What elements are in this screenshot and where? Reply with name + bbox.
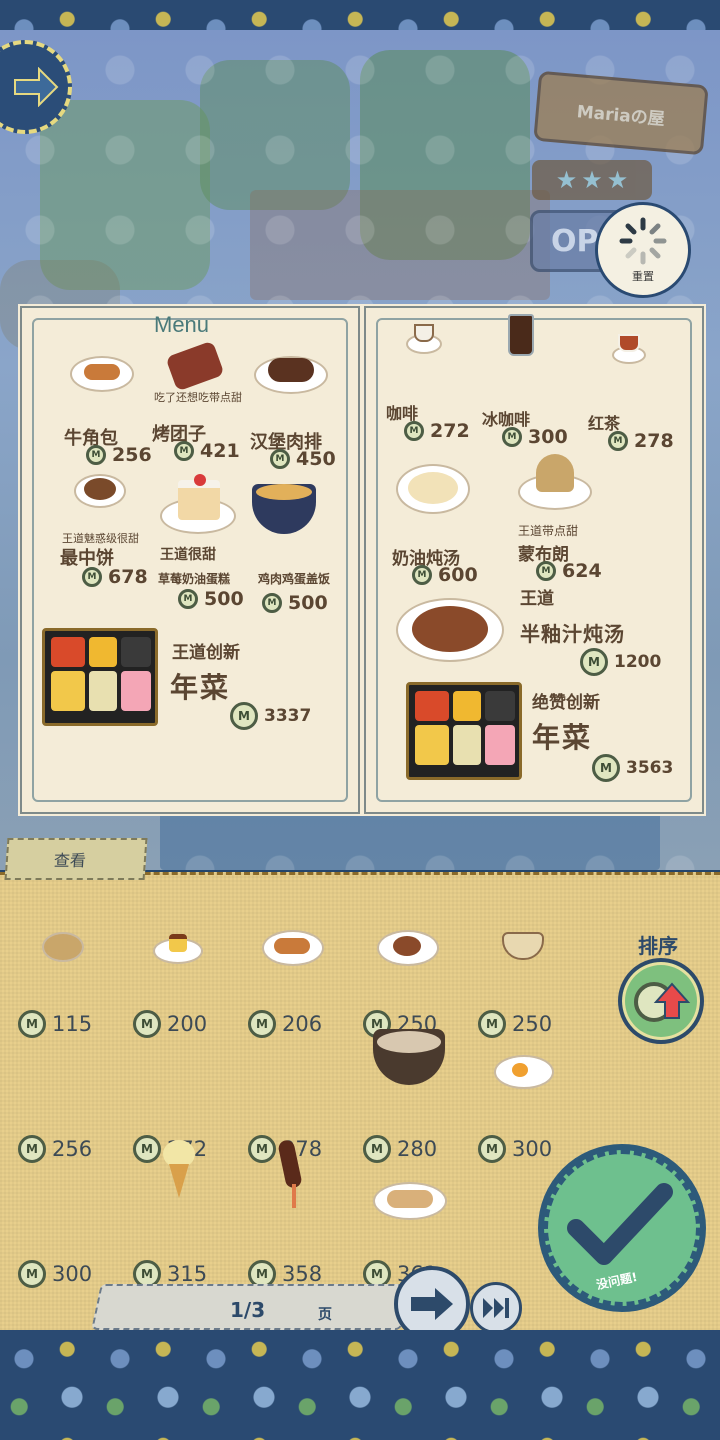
star-icon: ★ — [581, 166, 603, 194]
chocolate-banana-icon — [230, 1138, 345, 1208]
dish-slot[interactable]: M 315 — [115, 1140, 230, 1288]
dish-slot[interactable]: M 206 — [230, 920, 345, 1038]
noodle-bowl-icon — [345, 1025, 460, 1085]
cake-note: 王道很甜 — [160, 547, 216, 563]
oyakodon-name: 鸡肉鸡蛋盖饭 — [258, 572, 331, 586]
sort-ascending-icon — [634, 982, 691, 1022]
croissant-icon — [230, 928, 345, 988]
cream-stew-price: M 600 — [412, 564, 478, 586]
coin-icon: M — [248, 1010, 276, 1038]
coin-icon: M — [82, 567, 102, 587]
coin-icon: M — [412, 565, 432, 585]
dish-slot[interactable]: M 250 — [460, 920, 575, 1038]
coin-icon: M — [262, 593, 282, 613]
coin-icon: M — [404, 421, 424, 441]
dish-slot[interactable]: M 115 — [0, 920, 115, 1038]
coin-icon: M — [536, 561, 556, 581]
osechi-tag: 王道创新 — [172, 643, 240, 663]
gyoza-icon — [345, 1178, 460, 1238]
dish-slot[interactable]: M 358 — [230, 1138, 345, 1288]
dango-price: M 421 — [174, 440, 240, 462]
coin-icon: M — [133, 1010, 161, 1038]
shop-name-sign: Mariaの屋 — [533, 70, 709, 156]
coin-icon: M — [86, 445, 106, 465]
iced-coffee-price: M 300 — [502, 426, 568, 448]
coin-icon: M — [178, 589, 198, 609]
arrow-right-icon — [14, 67, 59, 107]
fried-egg-icon — [460, 1053, 575, 1113]
coin-icon: M — [478, 1010, 506, 1038]
coin-icon: M — [174, 441, 194, 461]
osechi-price-right: M 3563 — [592, 754, 673, 782]
mont-blanc-price: M 624 — [536, 560, 602, 582]
osechi-price: M 3337 — [230, 702, 311, 730]
skip-to-end-icon — [483, 1298, 509, 1318]
dish-slot[interactable]: M 256 — [0, 1045, 115, 1163]
osechi-icon — [406, 682, 522, 780]
stew-name: 半釉汁炖汤 — [520, 622, 625, 646]
bread-icon — [345, 928, 460, 988]
coin-icon: M — [230, 702, 258, 730]
view-tab[interactable]: 查看 — [4, 838, 148, 880]
menu-card-left: Menu 吃了还想吃带点甜 牛角包 烤团子 汉堡肉排 M 256 M 421 M 45… — [20, 306, 360, 814]
page-indicator: 1/3 — [230, 1298, 266, 1322]
cake-name: 草莓奶油蛋糕 — [158, 572, 231, 586]
mont-blanc-note: 王道带点甜 — [518, 524, 579, 538]
osechi-name-right: 年菜 — [532, 721, 593, 754]
ice-cream-icon — [115, 1140, 230, 1200]
coin-icon: M — [18, 1135, 46, 1163]
loading-spinner-icon — [619, 217, 667, 265]
coin-icon: M — [608, 431, 628, 451]
osechi-tag-right: 绝赞创新 — [532, 693, 600, 713]
pudding-icon — [115, 928, 230, 988]
page-unit: 页 — [318, 1307, 332, 1323]
menu-card-right: 咖啡 冰咖啡 红茶 M 272 M 300 M 278 王道带点甜 奶油炖汤 蒙布朗 … — [364, 306, 704, 814]
reset-button[interactable]: 重置 — [595, 202, 691, 298]
menu-title: Menu — [154, 312, 210, 337]
sort-button[interactable] — [618, 958, 704, 1044]
coin-icon: M — [270, 449, 290, 469]
sort-label: 排序 — [638, 934, 678, 958]
star-border-bottom — [0, 1330, 720, 1440]
coin-icon: M — [18, 1260, 46, 1288]
shop-rating: ★ ★ ★ — [532, 160, 652, 200]
dish-slot[interactable]: M 200 — [115, 920, 230, 1038]
monaka-price: M 678 — [82, 566, 148, 588]
coin-icon: M — [478, 1135, 506, 1163]
last-page-button[interactable] — [470, 1282, 522, 1334]
star-icon: ★ — [606, 166, 629, 194]
dish-slot[interactable]: M 280 — [345, 1029, 460, 1163]
dango-note: 吃了还想吃带点甜 — [154, 391, 242, 404]
stew-price: M 1200 — [580, 648, 661, 676]
arrow-right-icon — [411, 1288, 453, 1320]
coin-icon: M — [18, 1010, 46, 1038]
osechi-name: 年菜 — [170, 671, 231, 704]
black-tea-price: M 278 — [608, 430, 674, 452]
soup-bowl-icon — [460, 928, 575, 988]
oyakodon-price: M 500 — [262, 592, 328, 614]
cake-price: M 500 — [178, 588, 244, 610]
stew-tag: 王道 — [520, 589, 554, 609]
croissant-price: M 256 — [86, 444, 152, 466]
hamburg-price: M 450 — [270, 448, 336, 470]
coin-icon: M — [502, 427, 522, 447]
coin-icon: M — [580, 648, 608, 676]
star-icon: ★ — [555, 166, 578, 194]
tempura-icon — [0, 928, 115, 988]
coin-icon: M — [363, 1135, 391, 1163]
osechi-icon — [42, 628, 158, 726]
iced-coffee-icon — [508, 314, 534, 356]
dish-slot[interactable]: M 250 — [345, 920, 460, 1038]
coffee-price: M 272 — [404, 420, 470, 442]
star-border-top — [0, 0, 720, 30]
coin-icon: M — [592, 754, 620, 782]
dish-slot[interactable]: M 300 — [0, 1170, 115, 1288]
dish-slot[interactable]: M 300 — [460, 1045, 575, 1163]
